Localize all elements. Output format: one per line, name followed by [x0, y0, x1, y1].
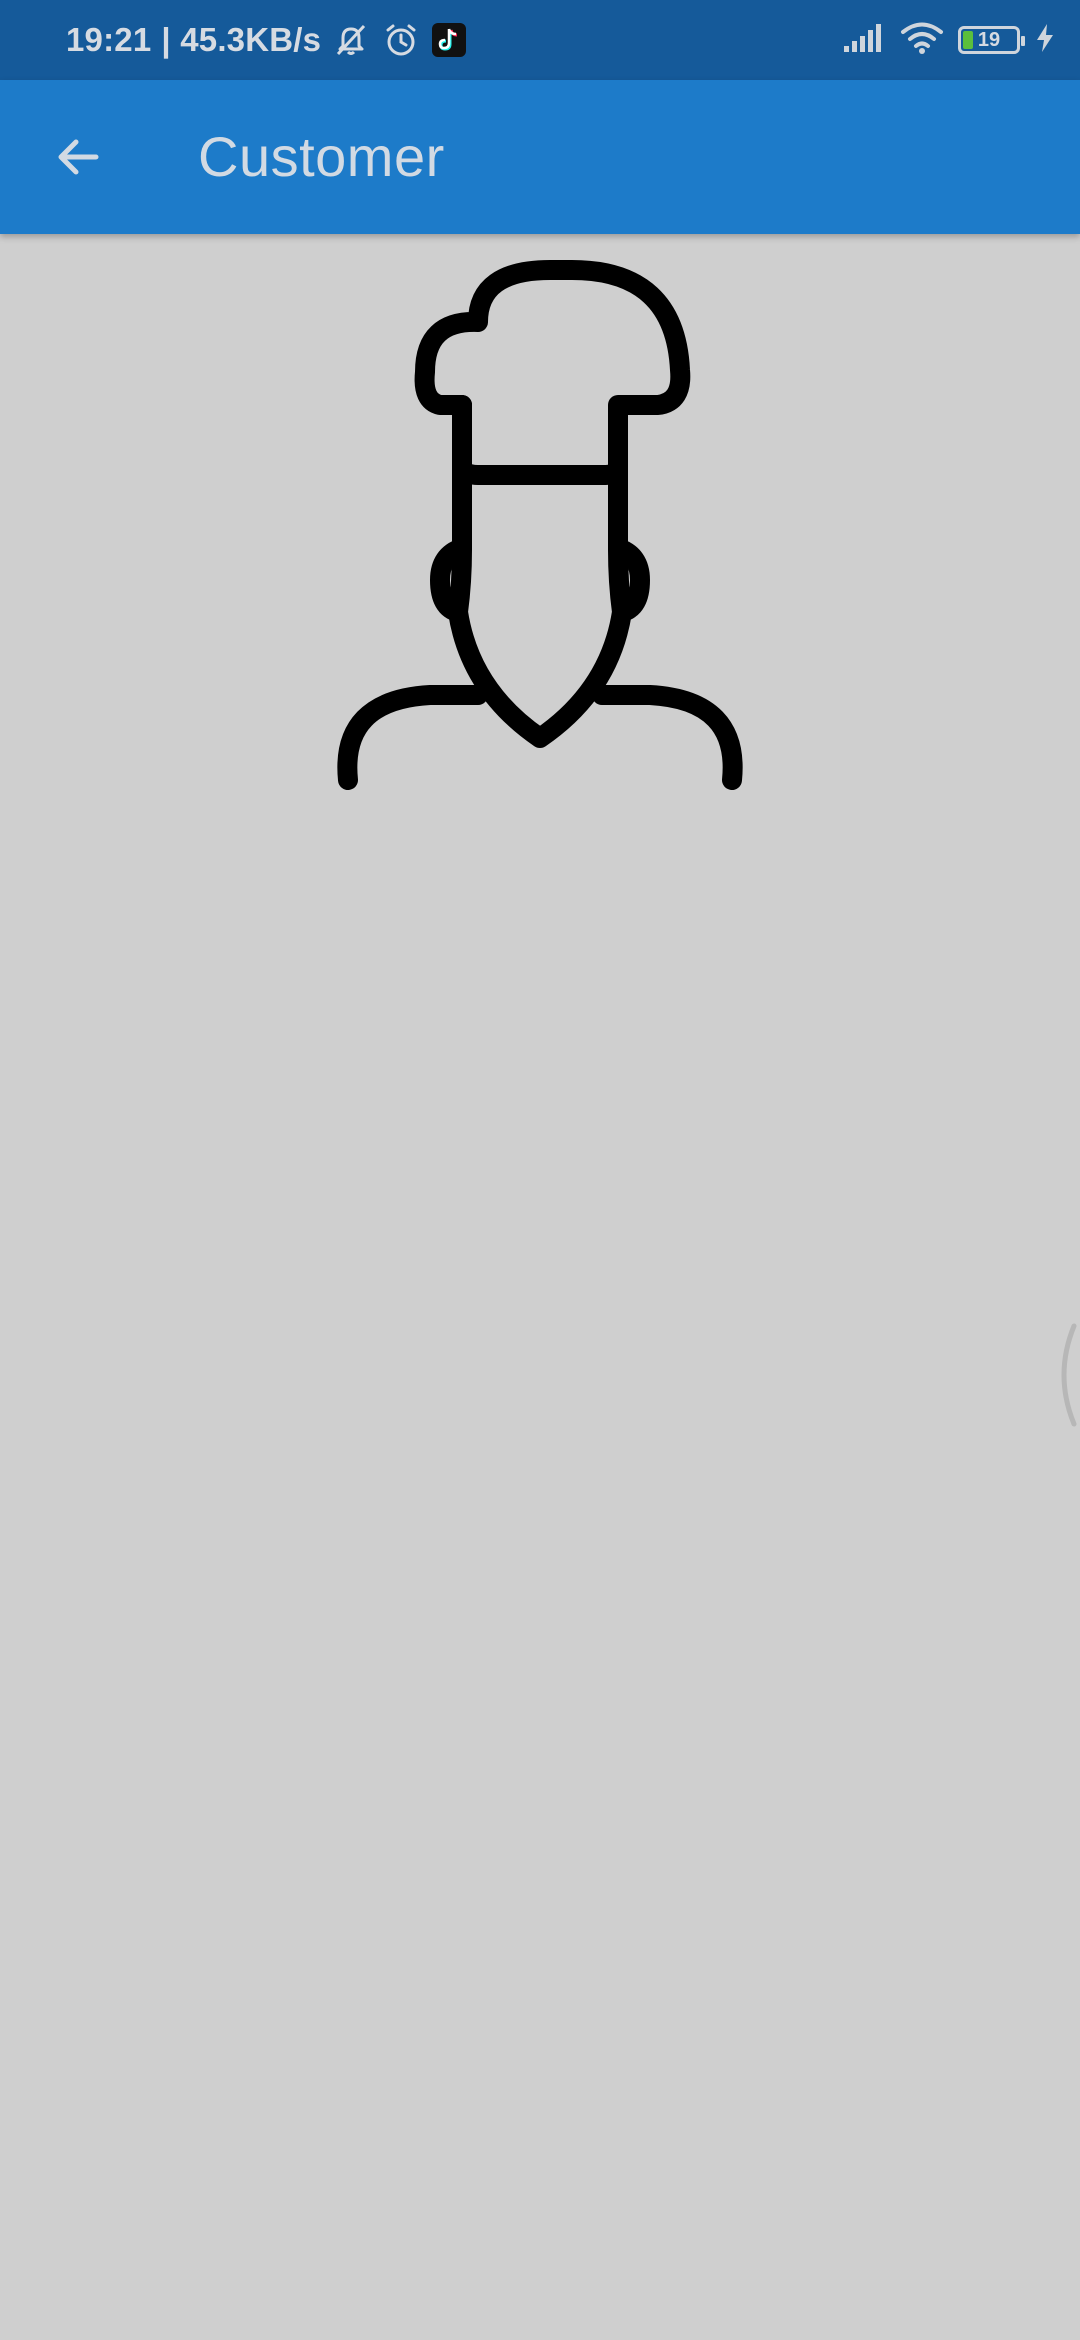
back-button[interactable] [36, 115, 120, 199]
alarm-icon [381, 20, 421, 60]
battery-indicator: 19 [958, 26, 1025, 54]
page-title: Customer [198, 125, 445, 188]
app-bar: Customer [0, 80, 1080, 234]
status-time: 19:21 [66, 21, 152, 58]
arrow-left-icon [58, 139, 99, 175]
tiktok-icon [431, 22, 467, 58]
edge-gesture-handle[interactable] [1050, 1320, 1080, 1430]
charging-icon [1034, 22, 1056, 59]
network-speed: | 45.3KB/s [161, 21, 322, 58]
status-left: 19:21 | 45.3KB/s [66, 0, 467, 80]
signal-icon [842, 22, 886, 59]
status-right: 19 [842, 0, 1056, 80]
bell-off-icon [331, 20, 371, 60]
chef-icon [337, 260, 743, 790]
battery-level: 19 [977, 29, 1001, 51]
status-bar: 19:21 | 45.3KB/s 19 [0, 0, 1080, 80]
wifi-icon [900, 21, 944, 60]
